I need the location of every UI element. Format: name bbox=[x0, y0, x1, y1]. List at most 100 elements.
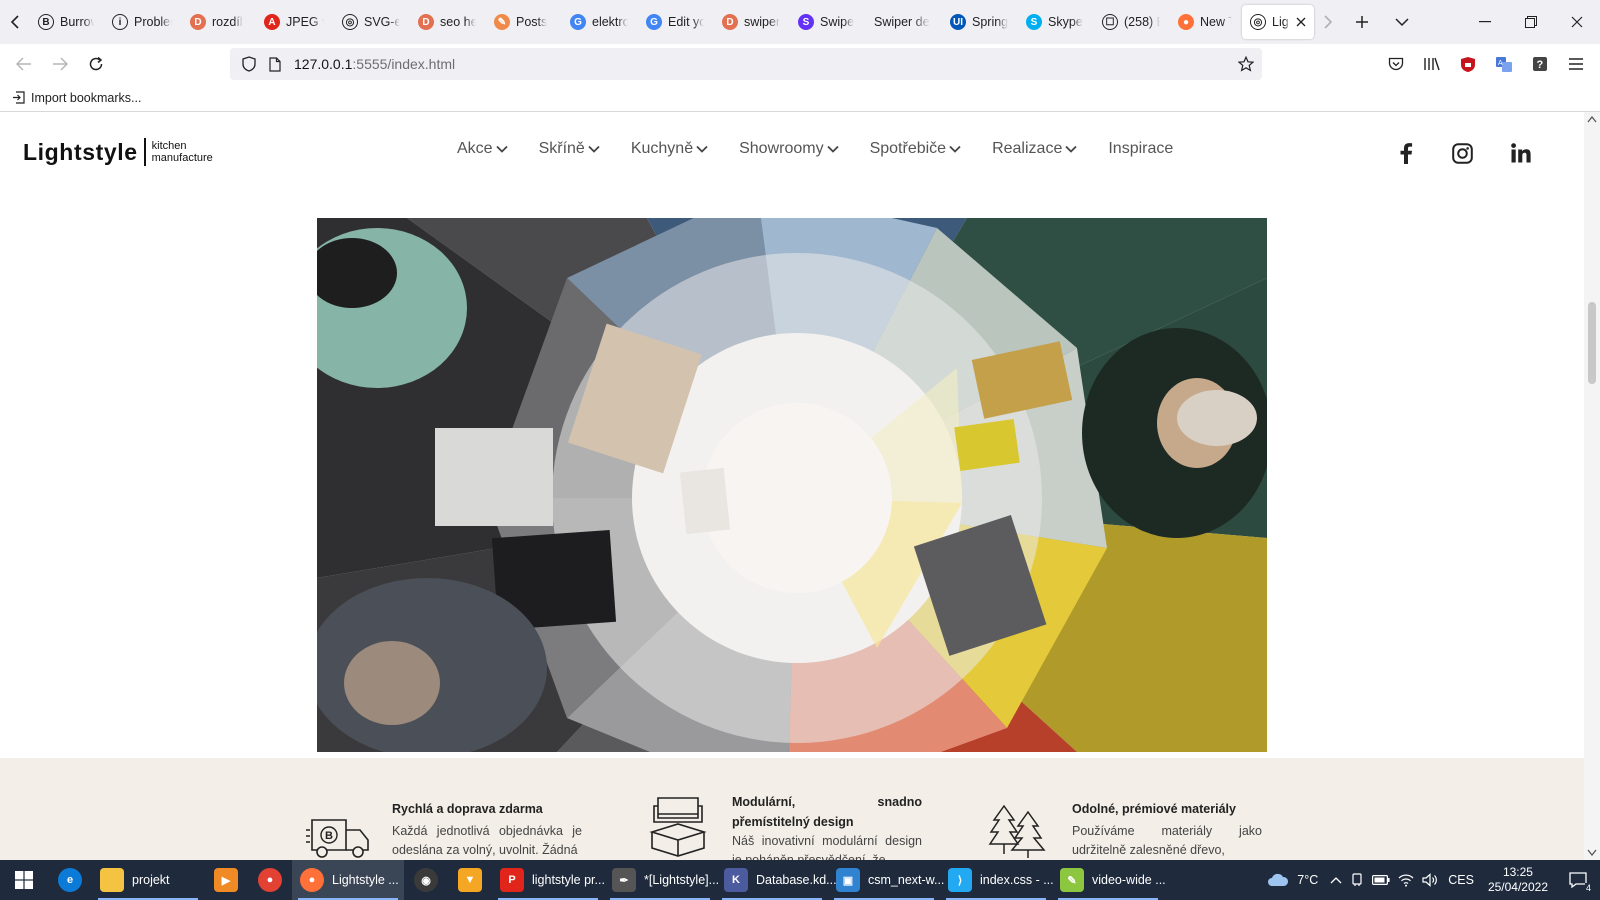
browser-tab[interactable]: S Skype bbox=[1018, 5, 1092, 39]
reload-button[interactable] bbox=[78, 48, 114, 80]
network-button[interactable] bbox=[1394, 860, 1418, 900]
taskbar-app[interactable]: Plightstyle pr... bbox=[492, 860, 605, 900]
ublock-extension-button[interactable] bbox=[1452, 48, 1484, 80]
blog-icon: ✎ bbox=[494, 14, 510, 30]
taskbar-app[interactable]: ▶ bbox=[204, 860, 248, 900]
tab-title: rozdíl bbox=[212, 15, 243, 29]
close-tab-icon[interactable] bbox=[1296, 17, 1306, 27]
feature-delivery-description: Každá jednotlivá objednávka je odeslána … bbox=[392, 824, 582, 857]
taskbar-app[interactable]: ◉ bbox=[404, 860, 448, 900]
skype-icon: S bbox=[1026, 14, 1042, 30]
minimize-button[interactable] bbox=[1462, 0, 1508, 44]
tab-scroll-right-button[interactable] bbox=[1314, 0, 1342, 44]
nav-item-spotřebiče[interactable]: Spotřebiče bbox=[870, 140, 962, 158]
nav-item-inspirace[interactable]: Inspirace bbox=[1108, 140, 1173, 158]
taskbar-app-label: video-wide ... bbox=[1092, 873, 1166, 887]
taskbar-app[interactable]: ⟩ index.css - ... bbox=[940, 860, 1054, 900]
taskbar-app[interactable]: ● bbox=[248, 860, 292, 900]
instagram-link[interactable] bbox=[1447, 138, 1477, 168]
library-button[interactable] bbox=[1416, 48, 1448, 80]
windows-logo-icon bbox=[15, 871, 33, 889]
browser-tab[interactable]: Drozdíl bbox=[182, 5, 254, 39]
taskbar-app[interactable]: ✎ video-wide ... bbox=[1052, 860, 1166, 900]
taskbar-app[interactable]: ● Lightstyle ... bbox=[292, 860, 404, 900]
feature-modular-title: Modulární, snadno přemístitelný design bbox=[732, 795, 922, 829]
tab-title: seo he bbox=[440, 15, 476, 29]
new-tab-button[interactable] bbox=[1342, 0, 1382, 44]
close-window-button[interactable] bbox=[1554, 0, 1600, 44]
navigation-toolbar: 127.0.0.1:5555/index.html A ? bbox=[0, 44, 1600, 84]
page-icon[interactable] bbox=[264, 56, 286, 72]
scroll-up-arrow-icon[interactable] bbox=[1587, 116, 1597, 123]
info-icon: i bbox=[112, 14, 128, 30]
device-tray-button[interactable] bbox=[1346, 860, 1368, 900]
taskbar-app-label: projekt bbox=[132, 873, 170, 887]
battery-button[interactable] bbox=[1368, 860, 1394, 900]
taskbar-app[interactable]: ✒ *[Lightstyle]... bbox=[604, 860, 719, 900]
show-hidden-icons-button[interactable] bbox=[1326, 860, 1346, 900]
url-bar[interactable]: 127.0.0.1:5555/index.html bbox=[230, 48, 1262, 80]
start-button[interactable] bbox=[0, 860, 48, 900]
nav-item-label: Akce bbox=[457, 140, 493, 157]
browser-tab[interactable]: ◎ Lightstyle bbox=[1242, 5, 1314, 39]
facebook-link[interactable] bbox=[1391, 138, 1421, 168]
weather-widget[interactable]: 7°C bbox=[1259, 860, 1326, 900]
app-menu-button[interactable] bbox=[1560, 48, 1592, 80]
restore-button[interactable] bbox=[1508, 0, 1554, 44]
taskbar-app[interactable]: e bbox=[48, 860, 92, 900]
nav-item-realizace[interactable]: Realizace bbox=[992, 140, 1077, 158]
ui-icon: UI bbox=[950, 14, 966, 30]
page-scrollbar[interactable] bbox=[1584, 112, 1600, 860]
input-language-button[interactable]: CES bbox=[1442, 860, 1480, 900]
browser-tab[interactable]: Dseo he bbox=[410, 5, 484, 39]
windows-taskbar: e projekt ▶ ● ● Lightstyle ... ◉ ▼ Plightstyle p… bbox=[0, 860, 1600, 900]
taskbar-app[interactable]: projekt bbox=[92, 860, 204, 900]
nav-item-skříně[interactable]: Skříně bbox=[539, 140, 600, 158]
browser-tab[interactable]: ☐ (258) E bbox=[1094, 5, 1168, 39]
browser-tab[interactable]: S Swipe bbox=[790, 5, 864, 39]
clock[interactable]: 13:25 25/04/2022 bbox=[1488, 865, 1548, 895]
close-icon bbox=[1571, 16, 1583, 28]
taskbar-app[interactable]: ▼ bbox=[448, 860, 492, 900]
chevron-right-icon bbox=[1324, 15, 1333, 29]
browser-tab[interactable]: Dswiper bbox=[714, 5, 788, 39]
linkedin-link[interactable] bbox=[1506, 138, 1536, 168]
hero-image bbox=[317, 218, 1267, 752]
browser-tab[interactable]: UI Spring bbox=[942, 5, 1016, 39]
url-text[interactable]: 127.0.0.1:5555/index.html bbox=[294, 56, 455, 72]
notification-center-button[interactable]: 4 bbox=[1556, 860, 1600, 900]
browser-tab[interactable]: Gelektro bbox=[562, 5, 636, 39]
google-icon: G bbox=[646, 14, 662, 30]
browser-tab[interactable]: i Problem bbox=[104, 5, 180, 39]
browser-tab[interactable]: ✎ Posts bbox=[486, 5, 560, 39]
site-logo[interactable]: Lightstyle kitchen manufacture bbox=[23, 138, 213, 166]
nav-item-showroomy[interactable]: Showroomy bbox=[739, 140, 839, 158]
chevron-down-icon bbox=[696, 145, 708, 153]
scrollbar-thumb[interactable] bbox=[1588, 302, 1596, 384]
browser-tab[interactable]: B Burrow bbox=[30, 5, 102, 39]
taskbar-app-label: csm_next-w... bbox=[868, 873, 945, 887]
scroll-down-arrow-icon[interactable] bbox=[1587, 849, 1597, 856]
browser-tab[interactable]: Swiper dem bbox=[866, 5, 940, 39]
nav-item-kuchyně[interactable]: Kuchyně bbox=[631, 140, 708, 158]
browser-tab[interactable]: ● New T bbox=[1170, 5, 1240, 39]
pocket-button[interactable] bbox=[1380, 48, 1412, 80]
translate-extension-button[interactable]: A bbox=[1488, 48, 1520, 80]
browser-tab[interactable]: ◎ SVG-edit bbox=[334, 5, 408, 39]
back-button[interactable] bbox=[6, 48, 42, 80]
taskbar-app[interactable]: K Database.kd... bbox=[716, 860, 837, 900]
help-extension-button[interactable]: ? bbox=[1524, 48, 1556, 80]
firefox-icon: ● bbox=[300, 868, 324, 892]
tracking-shield-icon[interactable] bbox=[234, 56, 264, 72]
bookmark-star-icon[interactable] bbox=[1238, 56, 1254, 72]
browser-tab[interactable]: A JPEG vs bbox=[256, 5, 332, 39]
browser-tab[interactable]: G Edit yo bbox=[638, 5, 712, 39]
taskbar-app[interactable]: ▣ csm_next-w... bbox=[828, 860, 944, 900]
speaker-icon bbox=[1422, 873, 1438, 887]
nav-item-akce[interactable]: Akce bbox=[457, 140, 508, 158]
list-all-tabs-button[interactable] bbox=[1382, 0, 1422, 44]
volume-button[interactable] bbox=[1418, 860, 1442, 900]
forward-button[interactable] bbox=[42, 48, 78, 80]
tab-scroll-left-button[interactable] bbox=[0, 0, 30, 44]
import-bookmarks-link[interactable]: Import bookmarks... bbox=[12, 91, 141, 105]
